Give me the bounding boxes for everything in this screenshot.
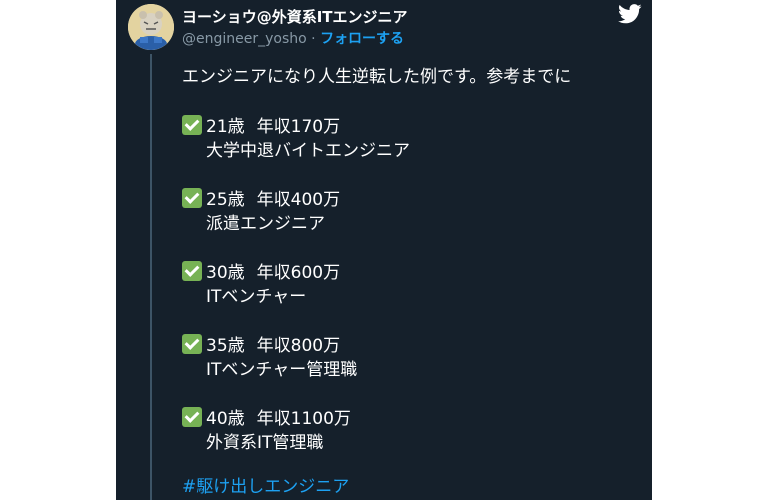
entry-age: 30歳 <box>206 263 245 283</box>
entry-income: 年収400万 <box>256 190 341 210</box>
entry-income: 年収170万 <box>256 117 341 137</box>
entry-income: 年収600万 <box>256 263 341 283</box>
entry-role: ITベンチャー管理職 <box>206 360 358 380</box>
entry-role: 大学中退バイトエンジニア <box>206 141 410 161</box>
white-check-mark-icon <box>182 334 202 354</box>
entry-age: 25歳 <box>206 190 245 210</box>
display-name[interactable]: ヨーショウ@外資系ITエンジニア <box>182 6 408 27</box>
entry-role: ITベンチャー <box>206 287 307 307</box>
entry-role: 外資系IT管理職 <box>206 433 324 453</box>
entry-age: 35歳 <box>206 336 245 356</box>
separator-dot: · <box>306 31 321 47</box>
twitter-bird-icon[interactable] <box>618 4 642 24</box>
follow-button[interactable]: フォローする <box>320 31 404 47</box>
thread-line <box>150 54 152 500</box>
career-entry: 25歳 年収400万 派遣エンジニア <box>182 188 571 261</box>
entry-income: 年収800万 <box>256 336 341 356</box>
entry-income: 年収1100万 <box>256 409 351 429</box>
entry-age: 40歳 <box>206 409 245 429</box>
white-check-mark-icon <box>182 261 202 281</box>
entry-age: 21歳 <box>206 117 245 137</box>
tweet-intro: エンジニアになり人生逆転した例です。参考までに <box>182 67 572 87</box>
user-handle[interactable]: @engineer_yosho <box>182 31 307 47</box>
tweet-body: エンジニアになり人生逆転した例です。参考までに 21歳 年収170万 大学中退バイ… <box>182 62 571 480</box>
career-entry: 21歳 年収170万 大学中退バイトエンジニア <box>182 115 571 188</box>
career-entry: 35歳 年収800万 ITベンチャー管理職 <box>182 334 571 407</box>
avatar[interactable] <box>128 4 174 50</box>
handle-row: @engineer_yosho · フォローする <box>182 28 404 48</box>
entry-role: 派遣エンジニア <box>206 214 325 234</box>
hashtag-link[interactable]: #駆け出しエンジニア <box>182 472 349 497</box>
white-check-mark-icon <box>182 407 202 427</box>
career-entry: 40歳 年収1100万 外資系IT管理職 <box>182 407 571 480</box>
white-check-mark-icon <box>182 188 202 208</box>
career-entry: 30歳 年収600万 ITベンチャー <box>182 261 571 334</box>
tweet-card: ヨーショウ@外資系ITエンジニア @engineer_yosho · フォローす… <box>116 0 652 500</box>
white-check-mark-icon <box>182 115 202 135</box>
